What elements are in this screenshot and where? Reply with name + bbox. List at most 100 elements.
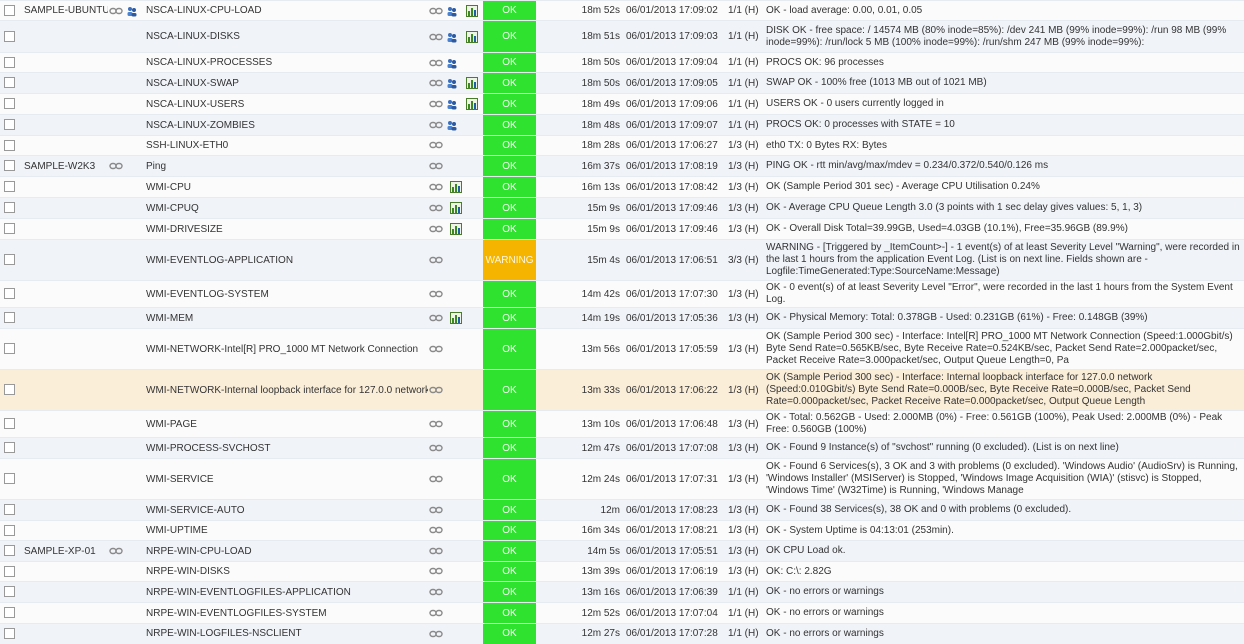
service-name[interactable]: WMI-CPU [146,182,191,193]
link-icon[interactable] [429,475,443,483]
service-name[interactable]: NSCA-LINUX-SWAP [146,78,239,89]
user-group-icon[interactable] [126,5,138,17]
service-name[interactable]: WMI-NETWORK-Intel[R] PRO_1000 MT Network… [146,344,418,355]
row-checkbox[interactable] [4,202,15,214]
service-name[interactable]: NRPE-WIN-CPU-LOAD [146,546,252,557]
table-row[interactable]: NRPE-WIN-DISKS OK 13m 39s 06/01/2013 17:06:… [0,561,1244,582]
row-checkbox[interactable] [4,545,15,557]
link-icon[interactable] [429,567,443,575]
service-name[interactable]: WMI-SERVICE-AUTO [146,505,245,516]
link-icon[interactable] [429,204,443,212]
table-row[interactable]: NRPE-WIN-EVENTLOGFILES-APPLICATION OK 13m … [0,581,1244,603]
performance-graph-icon[interactable] [466,98,478,110]
row-checkbox[interactable] [4,442,15,454]
performance-graph-icon[interactable] [466,4,478,17]
service-name[interactable]: NSCA-LINUX-DISKS [146,31,240,42]
link-icon[interactable] [429,588,443,596]
service-name[interactable]: NRPE-WIN-DISKS [146,566,230,577]
performance-graph-icon[interactable] [466,77,478,89]
table-row[interactable]: WMI-SERVICE OK 12m 24s 06/01/2013 17:07:31 1… [0,458,1244,500]
host-name[interactable]: SAMPLE-UBUNTU [24,5,108,16]
performance-graph-icon[interactable] [450,202,462,214]
link-icon[interactable] [429,547,443,555]
table-row[interactable]: NRPE-WIN-EVENTLOGFILES-SYSTEM OK 12m 52s 06… [0,602,1244,624]
row-checkbox[interactable] [4,139,15,151]
link-icon[interactable] [109,162,123,170]
link-icon[interactable] [429,183,443,191]
user-group-icon[interactable] [446,57,458,69]
performance-graph-icon[interactable] [450,312,462,324]
table-row[interactable]: WMI-PROCESS-SVCHOST OK 12m 47s 06/01/2013 1… [0,437,1244,459]
row-checkbox[interactable] [4,504,15,516]
row-checkbox[interactable] [4,288,15,300]
row-checkbox[interactable] [4,586,15,598]
table-row[interactable]: NRPE-WIN-LOGFILES-NSCLIENT OK 12m 27s 06/01… [0,623,1244,644]
table-row[interactable]: NSCA-LINUX-PROCESSES OK 18m 50s 06/01/2013 … [0,52,1244,73]
link-icon[interactable] [429,162,443,170]
service-name[interactable]: Ping [146,161,166,172]
link-icon[interactable] [109,7,123,15]
row-checkbox[interactable] [4,4,15,16]
row-checkbox[interactable] [4,77,15,89]
table-row[interactable]: WMI-UPTIME OK 16m 34s 06/01/2013 17:08:21 1/… [0,520,1244,541]
row-checkbox[interactable] [4,418,15,430]
table-row[interactable]: SAMPLE-XP-01 NRPE-WIN-CPU-LOAD OK 14m 5s 06/… [0,540,1244,562]
service-name[interactable]: NRPE-WIN-LOGFILES-NSCLIENT [146,628,302,639]
service-name[interactable]: WMI-EVENTLOG-APPLICATION [146,255,293,266]
performance-graph-icon[interactable] [450,181,462,193]
link-icon[interactable] [429,7,443,15]
link-icon[interactable] [429,345,443,353]
service-name[interactable]: WMI-CPUQ [146,203,199,214]
table-row[interactable]: NSCA-LINUX-USERS OK 18m 49s 06/01/2013 17:0… [0,93,1244,115]
service-name[interactable]: WMI-DRIVESIZE [146,224,223,235]
row-checkbox[interactable] [4,30,15,42]
row-checkbox[interactable] [4,98,15,110]
service-name[interactable]: WMI-UPTIME [146,525,208,536]
table-row[interactable]: SSH-LINUX-ETH0 OK 18m 28s 06/01/2013 17:06:… [0,135,1244,156]
table-row[interactable]: WMI-EVENTLOG-APPLICATION WARNING 15m 4s 06/… [0,239,1244,281]
service-name[interactable]: WMI-NETWORK-Internal loopback interface … [146,385,428,396]
link-icon[interactable] [429,609,443,617]
row-checkbox[interactable] [4,56,15,68]
link-icon[interactable] [429,526,443,534]
link-icon[interactable] [429,121,443,129]
user-group-icon[interactable] [446,119,458,131]
row-checkbox[interactable] [4,524,15,536]
link-icon[interactable] [429,290,443,298]
service-name[interactable]: WMI-PAGE [146,419,197,430]
table-row[interactable]: WMI-NETWORK-Intel[R] PRO_1000 MT Network… [0,328,1244,370]
link-icon[interactable] [109,547,123,555]
service-name[interactable]: NSCA-LINUX-USERS [146,99,244,110]
row-checkbox[interactable] [4,160,15,172]
service-name[interactable]: NRPE-WIN-EVENTLOGFILES-SYSTEM [146,608,327,619]
user-group-icon[interactable] [446,77,458,89]
user-group-icon[interactable] [446,5,458,17]
service-name[interactable]: NRPE-WIN-EVENTLOGFILES-APPLICATION [146,587,351,598]
performance-graph-icon[interactable] [450,223,462,235]
service-name[interactable]: WMI-EVENTLOG-SYSTEM [146,289,269,300]
table-row[interactable]: WMI-DRIVESIZE OK 15m 9s 06/01/2013 17:09:46… [0,218,1244,240]
table-row[interactable]: WMI-MEM OK 14m 19s 06/01/2013 17:05:36 1/3 (… [0,307,1244,329]
row-checkbox[interactable] [4,473,15,485]
link-icon[interactable] [429,225,443,233]
link-icon[interactable] [429,33,443,41]
service-name[interactable]: WMI-MEM [146,313,193,324]
performance-graph-icon[interactable] [466,30,478,43]
table-row[interactable]: NSCA-LINUX-ZOMBIES OK 18m 48s 06/01/2013 17… [0,114,1244,136]
service-name[interactable]: WMI-SERVICE [146,474,214,485]
table-row[interactable]: NSCA-LINUX-SWAP OK 18m 50s 06/01/2013 17:09… [0,72,1244,94]
row-checkbox[interactable] [4,254,15,266]
host-name[interactable]: SAMPLE-XP-01 [24,546,96,557]
table-row[interactable]: SAMPLE-UBUNTU NSCA-LINUX-CPU-LOAD OK 18m 52… [0,0,1244,21]
user-group-icon[interactable] [446,98,458,110]
row-checkbox[interactable] [4,607,15,619]
row-checkbox[interactable] [4,119,15,131]
link-icon[interactable] [429,314,443,322]
link-icon[interactable] [429,79,443,87]
link-icon[interactable] [429,420,443,428]
service-name[interactable]: NSCA-LINUX-CPU-LOAD [146,5,262,16]
link-icon[interactable] [429,141,443,149]
service-name[interactable]: NSCA-LINUX-ZOMBIES [146,120,255,131]
row-checkbox[interactable] [4,384,15,396]
user-group-icon[interactable] [446,31,458,43]
